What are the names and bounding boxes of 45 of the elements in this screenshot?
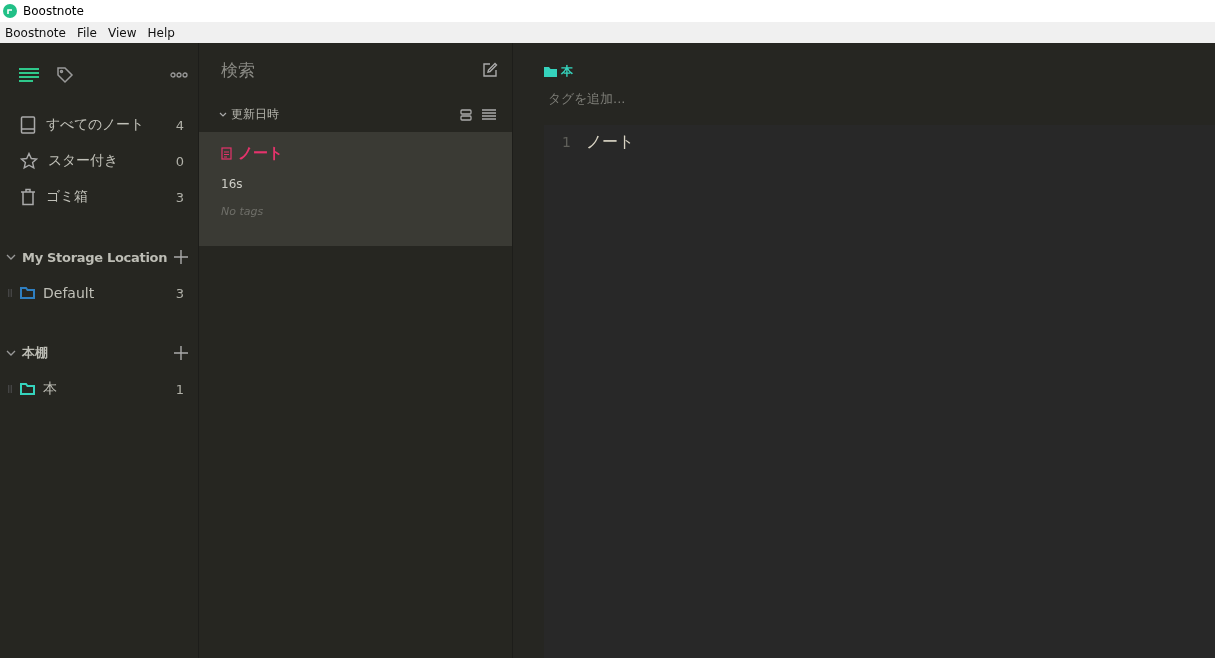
note-count: 1 (175, 381, 184, 397)
drag-handle-icon[interactable] (8, 385, 12, 393)
new-note-icon[interactable] (482, 62, 498, 78)
nav-item-label[interactable]: ゴミ箱 (46, 188, 166, 206)
more-icon[interactable] (170, 72, 188, 78)
note-count: 0 (175, 153, 184, 169)
notes-list-icon[interactable] (16, 65, 42, 85)
folder-name[interactable]: Default (43, 285, 168, 301)
sort-label[interactable]: 更新日時 (231, 106, 279, 123)
nav-item-label[interactable]: すべてのノート (46, 116, 166, 134)
card-view-icon[interactable] (460, 108, 472, 121)
nav-item-label[interactable]: スター付き (48, 152, 166, 170)
trash-icon (20, 188, 36, 206)
menu-item[interactable]: Boostnote (0, 25, 72, 40)
folder-icon (20, 287, 35, 299)
storage-name[interactable]: My Storage Location (22, 249, 168, 265)
folder-icon (544, 66, 557, 77)
note-count: 3 (175, 189, 184, 205)
star-icon (20, 152, 38, 170)
folder-name[interactable]: 本 (43, 380, 168, 398)
note-time: 16s (221, 177, 244, 191)
list-view-icon[interactable] (482, 108, 496, 120)
code-line: ノート (585, 131, 634, 153)
book-icon (20, 116, 36, 134)
note-title: ノート (238, 144, 283, 163)
add-folder-icon[interactable] (174, 346, 188, 360)
search-field[interactable]: 検索 (219, 59, 482, 81)
tag-icon[interactable] (54, 64, 76, 86)
folder-name[interactable]: 本 (561, 63, 573, 80)
note-count: 4 (175, 117, 184, 133)
chevron-icon[interactable] (6, 348, 16, 358)
menu-item[interactable]: File (71, 25, 103, 40)
menu-item[interactable]: View (103, 25, 143, 40)
document-icon (221, 147, 232, 160)
chevron-icon[interactable] (6, 252, 16, 262)
menu-item[interactable]: Help (142, 25, 181, 40)
add-folder-icon[interactable] (174, 250, 188, 264)
drag-handle-icon[interactable] (8, 289, 12, 297)
storage-name[interactable]: 本棚 (22, 344, 168, 362)
app-logo-icon (3, 4, 17, 18)
folder-icon (20, 383, 35, 395)
tag-input-field[interactable]: タグを追加... (546, 90, 850, 107)
note-count: 3 (175, 285, 184, 301)
window-title: Boostnote (23, 4, 84, 18)
chevron-icon[interactable] (219, 111, 227, 118)
